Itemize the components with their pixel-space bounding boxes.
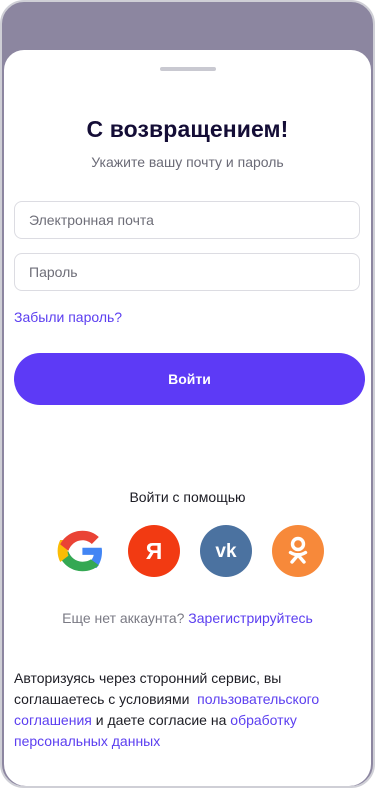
email-field[interactable] (14, 201, 360, 239)
password-field[interactable] (14, 253, 360, 291)
login-sheet: С возвращением! Укажите вашу почту и пар… (4, 50, 371, 786)
ok-icon (288, 536, 308, 564)
login-button[interactable]: Войти (14, 353, 365, 405)
yandex-login-button[interactable]: Я (128, 525, 180, 577)
page-title: С возвращением! (86, 116, 289, 142)
social-login-label: Войти с помощью (129, 489, 246, 505)
forgot-password-link[interactable]: Забыли пароль? (14, 309, 122, 325)
page-subtitle: Укажите вашу почту и пароль (91, 154, 284, 170)
ok-login-button[interactable] (272, 525, 324, 577)
signup-link[interactable]: Зарегистрируйтесь (188, 610, 313, 626)
terms-text-2: и даете согласие на (95, 712, 227, 728)
google-login-button[interactable] (56, 525, 108, 577)
sheet-drag-handle[interactable] (160, 67, 216, 71)
svg-text:Я: Я (146, 538, 163, 564)
vk-icon: vk (215, 541, 237, 562)
signup-prompt: Еще нет аккаунта? Зарегистрируйтесь (4, 610, 371, 626)
svg-text:vk: vk (215, 541, 237, 562)
yandex-icon: Я (146, 538, 163, 564)
signup-text: Еще нет аккаунта? (62, 610, 185, 626)
device-frame: С возвращением! Укажите вашу почту и пар… (0, 0, 375, 788)
google-icon (57, 530, 102, 572)
vk-login-button[interactable]: vk (200, 525, 252, 577)
terms-notice: Авторизуясь через сторонний сервис, вы с… (14, 668, 364, 752)
